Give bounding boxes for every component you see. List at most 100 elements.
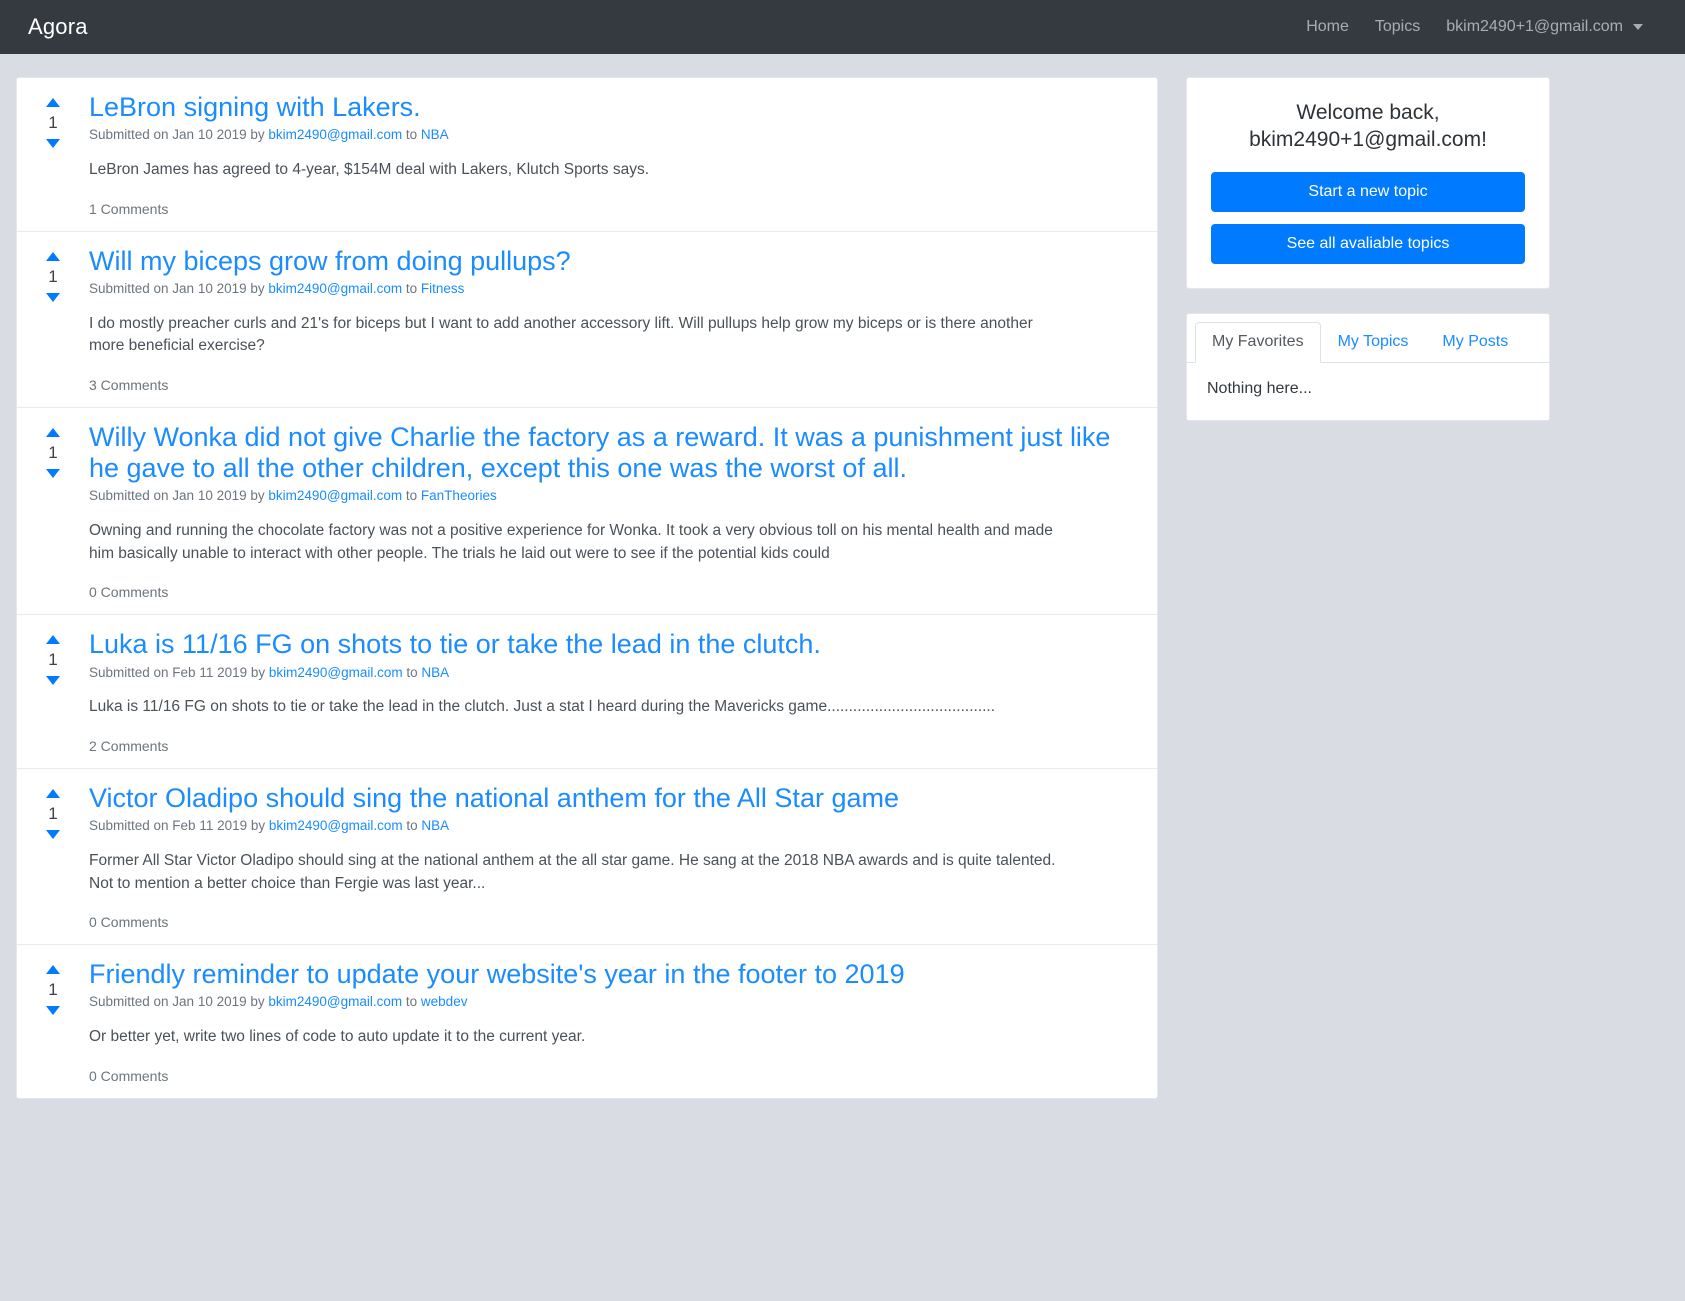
navbar-right-group: Home Topics bkim2490+1@gmail.com bbox=[1306, 18, 1663, 36]
upvote-icon[interactable] bbox=[46, 788, 60, 798]
post-meta: Submitted on Feb 11 2019 by bkim2490@gma… bbox=[89, 664, 1117, 683]
see-all-topics-button[interactable]: See all avaliable topics bbox=[1211, 223, 1525, 264]
post-comment-count[interactable]: 0 Comments bbox=[89, 1068, 1117, 1084]
nav-link-home[interactable]: Home bbox=[1306, 18, 1349, 36]
post-topic-link[interactable]: Fitness bbox=[421, 281, 465, 296]
post-content: Will my biceps grow from doing pullups? … bbox=[89, 246, 1157, 393]
welcome-line-2: bkim2490+1@gmail.com! bbox=[1249, 127, 1487, 151]
welcome-line-1: Welcome back, bbox=[1296, 101, 1440, 124]
post-item: 1 Victor Oladipo should sing the nationa… bbox=[17, 769, 1157, 946]
upvote-icon[interactable] bbox=[46, 965, 60, 975]
downvote-icon[interactable] bbox=[46, 829, 60, 839]
nav-link-topics[interactable]: Topics bbox=[1375, 18, 1420, 36]
post-title-link[interactable]: Luka is 11/16 FG on shots to tie or take… bbox=[89, 629, 1117, 660]
downvote-icon[interactable] bbox=[46, 468, 60, 478]
post-meta: Submitted on Jan 10 2019 by bkim2490@gma… bbox=[89, 280, 1117, 299]
post-comment-count[interactable]: 1 Comments bbox=[89, 201, 1117, 217]
post-title-link[interactable]: Victor Oladipo should sing the national … bbox=[89, 783, 1117, 814]
post-list-column: 1 LeBron signing with Lakers. Submitted … bbox=[16, 77, 1158, 1099]
post-topic-link[interactable]: webdev bbox=[421, 994, 468, 1009]
post-content: Willy Wonka did not give Charlie the fac… bbox=[89, 422, 1157, 600]
post-meta: Submitted on Jan 10 2019 by bkim2490@gma… bbox=[89, 487, 1117, 506]
downvote-icon[interactable] bbox=[46, 676, 60, 686]
post-meta-to: to bbox=[402, 818, 422, 834]
post-comment-count[interactable]: 0 Comments bbox=[89, 914, 1117, 930]
my-stuff-card: My Favorites My Topics My Posts Nothing … bbox=[1186, 312, 1550, 421]
vote-score: 1 bbox=[48, 980, 58, 1000]
page-body: 1 LeBron signing with Lakers. Submitted … bbox=[0, 54, 1685, 1099]
post-excerpt: Luka is 11/16 FG on shots to tie or take… bbox=[89, 698, 996, 716]
post-submitted-text: Submitted on Jan 10 2019 by bbox=[89, 127, 269, 143]
downvote-icon[interactable] bbox=[46, 292, 60, 302]
post-excerpt: Or better yet, write two lines of code t… bbox=[89, 1028, 586, 1046]
welcome-message: Welcome back, bkim2490+1@gmail.com! bbox=[1211, 100, 1525, 154]
post-meta: Submitted on Jan 10 2019 by bkim2490@gma… bbox=[89, 993, 1117, 1012]
downvote-icon[interactable] bbox=[46, 1006, 60, 1016]
vote-score: 1 bbox=[48, 266, 58, 286]
vote-score: 1 bbox=[48, 442, 58, 462]
tab-my-topics[interactable]: My Topics bbox=[1321, 322, 1426, 363]
brand-logo[interactable]: Agora bbox=[28, 14, 88, 40]
vote-control: 1 bbox=[17, 959, 89, 1084]
post-topic-link[interactable]: FanTheories bbox=[421, 488, 497, 503]
chevron-down-icon bbox=[1633, 24, 1643, 30]
post-meta: Submitted on Feb 11 2019 by bkim2490@gma… bbox=[89, 817, 1117, 836]
post-meta-to: to bbox=[402, 488, 421, 504]
upvote-icon[interactable] bbox=[46, 635, 60, 645]
post-title-link[interactable]: LeBron signing with Lakers. bbox=[89, 92, 1117, 123]
post-title-link[interactable]: Willy Wonka did not give Charlie the fac… bbox=[89, 422, 1117, 485]
post-author-link[interactable]: bkim2490@gmail.com bbox=[268, 488, 402, 503]
user-menu-dropdown[interactable]: bkim2490+1@gmail.com bbox=[1446, 18, 1643, 36]
vote-score: 1 bbox=[48, 803, 58, 823]
tab-my-favorites[interactable]: My Favorites bbox=[1195, 321, 1321, 363]
tab-panel-content: Nothing here... bbox=[1207, 379, 1312, 397]
post-item: 1 Will my biceps grow from doing pullups… bbox=[17, 232, 1157, 408]
upvote-icon[interactable] bbox=[46, 427, 60, 437]
vote-control: 1 bbox=[17, 422, 89, 600]
downvote-icon[interactable] bbox=[46, 139, 60, 148]
post-meta: Submitted on Jan 10 2019 by bkim2490@gma… bbox=[89, 126, 1117, 145]
post-meta-to: to bbox=[402, 664, 422, 680]
post-item: 1 LeBron signing with Lakers. Submitted … bbox=[17, 78, 1157, 232]
post-submitted-text: Submitted on Feb 11 2019 by bbox=[89, 664, 269, 680]
post-author-link[interactable]: bkim2490@gmail.com bbox=[269, 665, 403, 680]
post-title-link[interactable]: Will my biceps grow from doing pullups? bbox=[89, 246, 1117, 277]
post-topic-link[interactable]: NBA bbox=[421, 665, 449, 680]
post-meta-to: to bbox=[402, 280, 421, 296]
upvote-icon[interactable] bbox=[46, 98, 60, 107]
post-author-link[interactable]: bkim2490@gmail.com bbox=[268, 994, 402, 1009]
post-submitted-text: Submitted on Jan 10 2019 by bbox=[89, 488, 269, 504]
post-item: 1 Willy Wonka did not give Charlie the f… bbox=[17, 408, 1157, 616]
post-comment-count[interactable]: 3 Comments bbox=[89, 377, 1117, 393]
welcome-card: Welcome back, bkim2490+1@gmail.com! Star… bbox=[1186, 77, 1550, 289]
post-excerpt: LeBron James has agreed to 4-year, $154M… bbox=[89, 161, 650, 179]
post-author-link[interactable]: bkim2490@gmail.com bbox=[268, 281, 402, 296]
post-list-card: 1 LeBron signing with Lakers. Submitted … bbox=[16, 77, 1158, 1099]
post-submitted-text: Submitted on Jan 10 2019 by bbox=[89, 280, 269, 296]
post-title-link[interactable]: Friendly reminder to update your website… bbox=[89, 959, 1117, 990]
vote-control: 1 bbox=[17, 92, 89, 217]
tab-my-posts[interactable]: My Posts bbox=[1425, 322, 1525, 363]
post-content: Victor Oladipo should sing the national … bbox=[89, 783, 1157, 930]
post-author-link[interactable]: bkim2490@gmail.com bbox=[268, 127, 402, 142]
vote-score: 1 bbox=[48, 113, 58, 132]
post-topic-link[interactable]: NBA bbox=[421, 127, 449, 142]
vote-control: 1 bbox=[17, 783, 89, 930]
post-comment-count[interactable]: 2 Comments bbox=[89, 738, 1117, 754]
user-menu-label: bkim2490+1@gmail.com bbox=[1446, 18, 1623, 35]
vote-control: 1 bbox=[17, 246, 89, 393]
post-excerpt: Former All Star Victor Oladipo should si… bbox=[89, 852, 1056, 892]
sidebar-column: Welcome back, bkim2490+1@gmail.com! Star… bbox=[1186, 77, 1550, 421]
post-topic-link[interactable]: NBA bbox=[421, 818, 449, 833]
post-item: 1 Friendly reminder to update your websi… bbox=[17, 945, 1157, 1098]
post-excerpt: Owning and running the chocolate factory… bbox=[89, 522, 1053, 562]
tab-bar: My Favorites My Topics My Posts bbox=[1187, 313, 1549, 363]
post-content: LeBron signing with Lakers. Submitted on… bbox=[89, 92, 1157, 217]
post-submitted-text: Submitted on Feb 11 2019 by bbox=[89, 818, 269, 834]
post-comment-count[interactable]: 0 Comments bbox=[89, 584, 1117, 600]
start-new-topic-button[interactable]: Start a new topic bbox=[1211, 171, 1525, 212]
post-author-link[interactable]: bkim2490@gmail.com bbox=[269, 818, 403, 833]
top-navbar: Agora Home Topics bkim2490+1@gmail.com bbox=[0, 0, 1685, 54]
post-content: Friendly reminder to update your website… bbox=[89, 959, 1157, 1084]
upvote-icon[interactable] bbox=[46, 251, 60, 261]
